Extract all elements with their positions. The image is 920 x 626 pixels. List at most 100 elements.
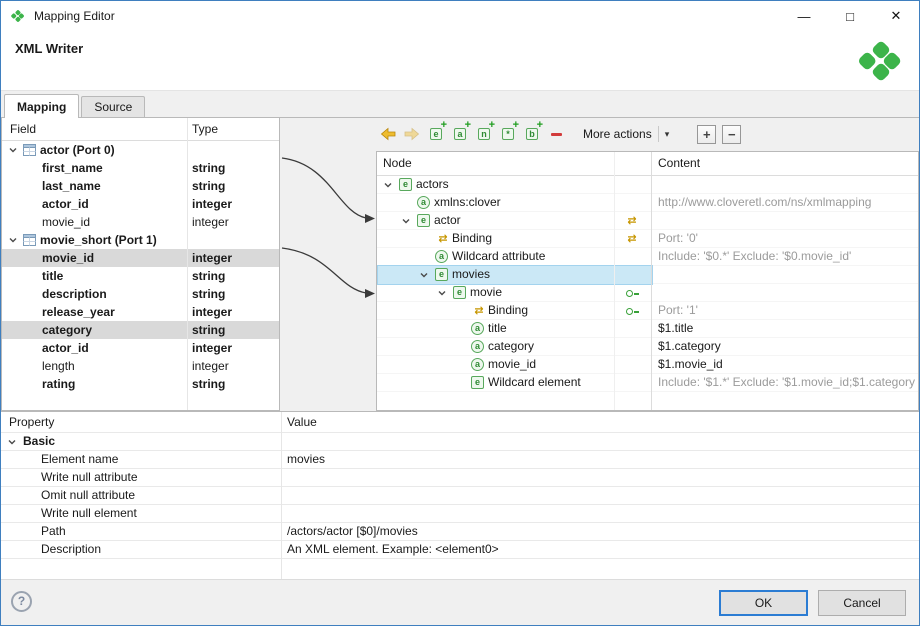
table-row[interactable]: first_namestring	[2, 159, 279, 177]
node-table: Node Content actors xmlns:clover http://…	[376, 151, 919, 411]
property-value: /actors/actor [$0]/movies	[287, 523, 418, 540]
tree-row[interactable]: actor	[377, 212, 918, 230]
expand-all-icon[interactable]	[697, 125, 716, 144]
tree-row-selected[interactable]: movies	[377, 266, 918, 284]
node-content: $1.category	[658, 338, 916, 355]
column-header-field: Field	[10, 122, 36, 136]
tree-row[interactable]: Wildcard element Include: '$1.*' Exclude…	[377, 374, 918, 392]
chevron-down-icon[interactable]	[419, 270, 429, 280]
more-actions-button[interactable]: More actions ▾	[577, 123, 675, 145]
table-row-selected[interactable]: categorystring	[2, 321, 279, 339]
app-icon	[10, 8, 26, 24]
cancel-button[interactable]: Cancel	[818, 590, 906, 616]
tree-row[interactable]: movie_id $1.movie_id	[377, 356, 918, 374]
tree-row[interactable]: Binding Port: '0'	[377, 230, 918, 248]
property-row[interactable]: Omit null attribute	[1, 487, 919, 505]
add-namespace-icon[interactable]	[475, 125, 493, 143]
property-name: Basic	[23, 433, 55, 450]
field-name: release_year	[42, 303, 115, 321]
tree-row[interactable]: actors	[377, 176, 918, 194]
field-type: integer	[192, 249, 232, 267]
chevron-down-icon[interactable]	[8, 235, 18, 245]
window-title: Mapping Editor	[34, 9, 115, 23]
add-child-element-icon[interactable]	[427, 125, 445, 143]
table-row[interactable]: movie_short (Port 1)	[2, 231, 279, 249]
chevron-down-icon[interactable]	[383, 180, 393, 190]
table-row[interactable]: actor (Port 0)	[2, 141, 279, 159]
node-name: Wildcard attribute	[452, 248, 545, 265]
tab-source[interactable]: Source	[81, 96, 145, 117]
tree-row[interactable]: title $1.title	[377, 320, 918, 338]
help-button[interactable]: ?	[11, 591, 32, 612]
field-type: string	[192, 177, 225, 195]
unmap-fields-icon[interactable]	[403, 125, 421, 143]
field-name: description	[42, 285, 107, 303]
property-row[interactable]: DescriptionAn XML element. Example: <ele…	[1, 541, 919, 559]
tab-mapping[interactable]: Mapping	[4, 94, 79, 118]
maximize-button[interactable]: □	[827, 1, 873, 31]
field-type: string	[192, 375, 225, 393]
table-row[interactable]: movie_idinteger	[2, 213, 279, 231]
tree-row[interactable]: category $1.category	[377, 338, 918, 356]
add-binding-icon[interactable]	[523, 125, 541, 143]
column-header-content: Content	[658, 156, 700, 170]
tree-row[interactable]: movie	[377, 284, 918, 302]
gutter-divider	[614, 152, 615, 410]
table-row[interactable]: lengthinteger	[2, 357, 279, 375]
close-button[interactable]: ✕	[873, 1, 919, 31]
node-content: http://www.cloveretl.com/ns/xmlmapping	[658, 194, 916, 211]
property-row[interactable]: Element namemovies	[1, 451, 919, 469]
chevron-down-icon[interactable]	[437, 288, 447, 298]
ok-label: OK	[755, 596, 772, 610]
node-content: Port: '0'	[658, 230, 916, 247]
field-name: actor (Port 0)	[40, 141, 115, 159]
column-header-type: Type	[192, 122, 218, 136]
field-type: integer	[192, 195, 232, 213]
ok-button[interactable]: OK	[719, 590, 808, 616]
column-header-value: Value	[287, 415, 317, 429]
add-attribute-icon[interactable]	[451, 125, 469, 143]
node-name: actors	[416, 176, 449, 193]
property-row[interactable]: Write null attribute	[1, 469, 919, 487]
table-row-selected[interactable]: movie_idinteger	[2, 249, 279, 267]
element-icon	[417, 214, 430, 227]
minimize-button[interactable]: —	[781, 1, 827, 31]
table-row[interactable]: actor_idinteger	[2, 339, 279, 357]
tree-row[interactable]: xmlns:clover http://www.cloveretl.com/ns…	[377, 194, 918, 212]
property-row[interactable]: Path/actors/actor [$0]/movies	[1, 523, 919, 541]
node-name: Wildcard element	[488, 374, 581, 391]
chevron-down-icon[interactable]	[8, 145, 18, 155]
port-connection-icon	[624, 286, 640, 300]
remove-icon[interactable]	[547, 125, 565, 143]
tree-row[interactable]: Wildcard attribute Include: '$0.*' Exclu…	[377, 248, 918, 266]
node-content: Port: '1'	[658, 302, 916, 319]
tree-row[interactable]: Binding Port: '1'	[377, 302, 918, 320]
field-table: Field Type actor (Port 0) first_namestri…	[1, 118, 280, 411]
mapping-arrows	[280, 118, 380, 318]
chevron-down-icon[interactable]	[7, 437, 17, 447]
column-header-node: Node	[383, 156, 412, 170]
collapse-all-icon[interactable]	[722, 125, 741, 144]
table-row[interactable]: description string	[2, 285, 279, 303]
property-group-row[interactable]: Basic	[1, 433, 919, 451]
add-wildcard-element-icon[interactable]	[499, 125, 517, 143]
element-icon	[435, 268, 448, 281]
chevron-down-icon[interactable]	[401, 216, 411, 226]
table-row[interactable]: last_namestring	[2, 177, 279, 195]
property-name: Write null attribute	[41, 469, 138, 486]
field-type: integer	[192, 213, 229, 231]
attribute-icon	[471, 358, 484, 371]
table-row[interactable]: actor_idinteger	[2, 195, 279, 213]
map-fields-icon[interactable]	[379, 125, 397, 143]
field-type: string	[192, 285, 225, 303]
table-row[interactable]: titlestring	[2, 267, 279, 285]
dialog-footer: ? OK Cancel	[1, 579, 919, 625]
attribute-icon	[435, 250, 448, 263]
content-column-divider	[651, 152, 652, 410]
table-row[interactable]: release_yearinteger	[2, 303, 279, 321]
binding-icon	[624, 214, 640, 228]
table-row[interactable]: ratingstring	[2, 375, 279, 393]
property-row[interactable]: Write null element	[1, 505, 919, 523]
help-icon: ?	[18, 594, 25, 608]
column-header-property: Property	[9, 415, 54, 429]
